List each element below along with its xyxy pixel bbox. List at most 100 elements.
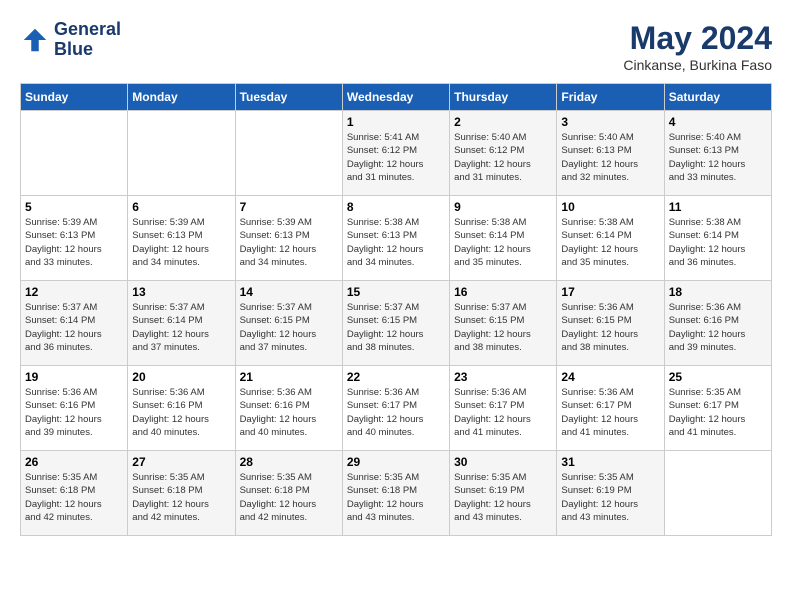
calendar-cell: 11 Sunrise: 5:38 AMSunset: 6:14 PMDayligh… (664, 196, 771, 281)
day-info: Sunrise: 5:37 AMSunset: 6:14 PMDaylight:… (132, 301, 230, 354)
day-number: 15 (347, 285, 445, 299)
weekday-header: Tuesday (235, 84, 342, 111)
calendar-cell: 9 Sunrise: 5:38 AMSunset: 6:14 PMDaylight… (450, 196, 557, 281)
day-number: 16 (454, 285, 552, 299)
day-info: Sunrise: 5:35 AMSunset: 6:18 PMDaylight:… (347, 471, 445, 524)
day-number: 28 (240, 455, 338, 469)
day-info: Sunrise: 5:36 AMSunset: 6:17 PMDaylight:… (454, 386, 552, 439)
calendar-cell: 28 Sunrise: 5:35 AMSunset: 6:18 PMDayligh… (235, 451, 342, 536)
calendar-cell: 25 Sunrise: 5:35 AMSunset: 6:17 PMDayligh… (664, 366, 771, 451)
weekday-header-row: SundayMondayTuesdayWednesdayThursdayFrid… (21, 84, 772, 111)
day-info: Sunrise: 5:40 AMSunset: 6:12 PMDaylight:… (454, 131, 552, 184)
calendar-cell: 23 Sunrise: 5:36 AMSunset: 6:17 PMDayligh… (450, 366, 557, 451)
calendar-cell: 18 Sunrise: 5:36 AMSunset: 6:16 PMDayligh… (664, 281, 771, 366)
calendar-cell: 12 Sunrise: 5:37 AMSunset: 6:14 PMDayligh… (21, 281, 128, 366)
day-info: Sunrise: 5:40 AMSunset: 6:13 PMDaylight:… (561, 131, 659, 184)
day-info: Sunrise: 5:39 AMSunset: 6:13 PMDaylight:… (25, 216, 123, 269)
day-number: 24 (561, 370, 659, 384)
day-number: 2 (454, 115, 552, 129)
calendar-week-row: 26 Sunrise: 5:35 AMSunset: 6:18 PMDayligh… (21, 451, 772, 536)
logo-text: General Blue (54, 20, 121, 60)
weekday-header: Thursday (450, 84, 557, 111)
day-info: Sunrise: 5:37 AMSunset: 6:15 PMDaylight:… (454, 301, 552, 354)
day-number: 5 (25, 200, 123, 214)
day-number: 21 (240, 370, 338, 384)
weekday-header: Wednesday (342, 84, 449, 111)
calendar-cell: 29 Sunrise: 5:35 AMSunset: 6:18 PMDayligh… (342, 451, 449, 536)
day-info: Sunrise: 5:35 AMSunset: 6:18 PMDaylight:… (25, 471, 123, 524)
logo-icon (20, 25, 50, 55)
day-number: 4 (669, 115, 767, 129)
page-header: General Blue May 2024 Cinkanse, Burkina … (20, 20, 772, 73)
calendar-cell: 2 Sunrise: 5:40 AMSunset: 6:12 PMDaylight… (450, 111, 557, 196)
day-info: Sunrise: 5:39 AMSunset: 6:13 PMDaylight:… (132, 216, 230, 269)
day-number: 13 (132, 285, 230, 299)
day-number: 14 (240, 285, 338, 299)
calendar-cell: 6 Sunrise: 5:39 AMSunset: 6:13 PMDaylight… (128, 196, 235, 281)
day-number: 31 (561, 455, 659, 469)
day-number: 9 (454, 200, 552, 214)
location: Cinkanse, Burkina Faso (623, 57, 772, 73)
calendar-cell: 20Sunrise: 5:36 AMSunset: 6:16 PMDayligh… (128, 366, 235, 451)
day-number: 27 (132, 455, 230, 469)
calendar-cell: 7 Sunrise: 5:39 AMSunset: 6:13 PMDaylight… (235, 196, 342, 281)
logo: General Blue (20, 20, 121, 60)
day-info: Sunrise: 5:38 AMSunset: 6:13 PMDaylight:… (347, 216, 445, 269)
calendar-cell: 31Sunrise: 5:35 AMSunset: 6:19 PMDayligh… (557, 451, 664, 536)
day-number: 7 (240, 200, 338, 214)
day-info: Sunrise: 5:38 AMSunset: 6:14 PMDaylight:… (561, 216, 659, 269)
day-info: Sunrise: 5:41 AMSunset: 6:12 PMDaylight:… (347, 131, 445, 184)
weekday-header: Friday (557, 84, 664, 111)
calendar-cell: 17 Sunrise: 5:36 AMSunset: 6:15 PMDayligh… (557, 281, 664, 366)
day-info: Sunrise: 5:36 AMSunset: 6:16 PMDaylight:… (25, 386, 123, 439)
day-info: Sunrise: 5:36 AMSunset: 6:16 PMDaylight:… (132, 386, 230, 439)
day-info: Sunrise: 5:35 AMSunset: 6:18 PMDaylight:… (132, 471, 230, 524)
weekday-header: Monday (128, 84, 235, 111)
day-number: 17 (561, 285, 659, 299)
day-number: 10 (561, 200, 659, 214)
calendar-week-row: 19 Sunrise: 5:36 AMSunset: 6:16 PMDayligh… (21, 366, 772, 451)
calendar-cell: 8Sunrise: 5:38 AMSunset: 6:13 PMDaylight… (342, 196, 449, 281)
day-number: 29 (347, 455, 445, 469)
calendar-cell (664, 451, 771, 536)
calendar-cell: 22 Sunrise: 5:36 AMSunset: 6:17 PMDayligh… (342, 366, 449, 451)
calendar-cell (128, 111, 235, 196)
calendar-cell: 3 Sunrise: 5:40 AMSunset: 6:13 PMDaylight… (557, 111, 664, 196)
day-number: 26 (25, 455, 123, 469)
calendar-cell: 15Sunrise: 5:37 AMSunset: 6:15 PMDayligh… (342, 281, 449, 366)
day-info: Sunrise: 5:38 AMSunset: 6:14 PMDaylight:… (454, 216, 552, 269)
title-block: May 2024 Cinkanse, Burkina Faso (623, 20, 772, 73)
day-info: Sunrise: 5:37 AMSunset: 6:14 PMDaylight:… (25, 301, 123, 354)
day-info: Sunrise: 5:35 AMSunset: 6:19 PMDaylight:… (454, 471, 552, 524)
day-number: 19 (25, 370, 123, 384)
calendar-week-row: 12 Sunrise: 5:37 AMSunset: 6:14 PMDayligh… (21, 281, 772, 366)
day-number: 3 (561, 115, 659, 129)
day-info: Sunrise: 5:36 AMSunset: 6:15 PMDaylight:… (561, 301, 659, 354)
day-number: 23 (454, 370, 552, 384)
day-number: 6 (132, 200, 230, 214)
day-info: Sunrise: 5:36 AMSunset: 6:16 PMDaylight:… (240, 386, 338, 439)
day-number: 12 (25, 285, 123, 299)
calendar-table: SundayMondayTuesdayWednesdayThursdayFrid… (20, 83, 772, 536)
calendar-cell: 24 Sunrise: 5:36 AMSunset: 6:17 PMDayligh… (557, 366, 664, 451)
weekday-header: Saturday (664, 84, 771, 111)
day-info: Sunrise: 5:37 AMSunset: 6:15 PMDaylight:… (240, 301, 338, 354)
calendar-cell: 4Sunrise: 5:40 AMSunset: 6:13 PMDaylight… (664, 111, 771, 196)
calendar-cell (21, 111, 128, 196)
calendar-week-row: 5 Sunrise: 5:39 AMSunset: 6:13 PMDaylight… (21, 196, 772, 281)
day-info: Sunrise: 5:38 AMSunset: 6:14 PMDaylight:… (669, 216, 767, 269)
day-number: 18 (669, 285, 767, 299)
day-info: Sunrise: 5:39 AMSunset: 6:13 PMDaylight:… (240, 216, 338, 269)
day-number: 22 (347, 370, 445, 384)
day-info: Sunrise: 5:36 AMSunset: 6:17 PMDaylight:… (347, 386, 445, 439)
day-info: Sunrise: 5:35 AMSunset: 6:17 PMDaylight:… (669, 386, 767, 439)
calendar-cell: 30Sunrise: 5:35 AMSunset: 6:19 PMDayligh… (450, 451, 557, 536)
day-number: 11 (669, 200, 767, 214)
calendar-cell: 5 Sunrise: 5:39 AMSunset: 6:13 PMDaylight… (21, 196, 128, 281)
calendar-cell: 21 Sunrise: 5:36 AMSunset: 6:16 PMDayligh… (235, 366, 342, 451)
calendar-week-row: 1Sunrise: 5:41 AMSunset: 6:12 PMDaylight… (21, 111, 772, 196)
day-info: Sunrise: 5:35 AMSunset: 6:18 PMDaylight:… (240, 471, 338, 524)
day-info: Sunrise: 5:36 AMSunset: 6:16 PMDaylight:… (669, 301, 767, 354)
day-number: 25 (669, 370, 767, 384)
day-info: Sunrise: 5:36 AMSunset: 6:17 PMDaylight:… (561, 386, 659, 439)
